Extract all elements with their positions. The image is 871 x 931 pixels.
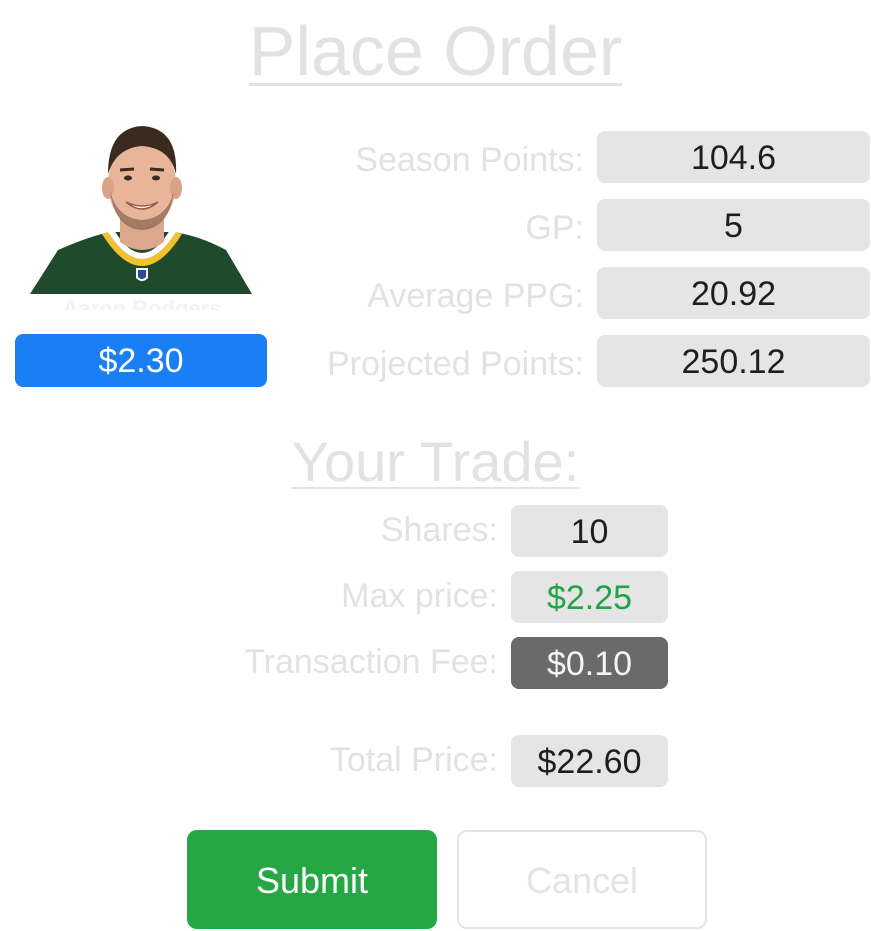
transaction-fee-value: $0.10 <box>511 637 668 689</box>
gp-value: 5 <box>597 199 870 251</box>
season-points-value: 104.6 <box>597 131 870 183</box>
average-ppg-value: 20.92 <box>597 267 870 319</box>
player-photo <box>30 118 254 298</box>
page-title: Place Order <box>248 12 623 90</box>
season-points-label: Season Points: <box>355 141 584 179</box>
gp-label: GP: <box>525 209 584 247</box>
projected-points-value: 250.12 <box>597 335 870 387</box>
transaction-fee-label: Transaction Fee: <box>244 643 498 681</box>
shares-input[interactable]: 10 <box>511 505 668 557</box>
max-price-label: Max price: <box>341 577 498 615</box>
player-name: Aaron Rodgers <box>62 296 222 310</box>
total-price-label: Total Price: <box>329 741 498 779</box>
total-price-value: $22.60 <box>511 735 668 787</box>
max-price-input[interactable]: $2.25 <box>511 571 668 623</box>
average-ppg-label: Average PPG: <box>367 277 584 315</box>
shares-label: Shares: <box>380 511 498 549</box>
cancel-button[interactable]: Cancel <box>457 830 707 929</box>
player-price-badge: $2.30 <box>15 334 267 387</box>
your-trade-heading: Your Trade: <box>291 430 580 493</box>
projected-points-label: Projected Points: <box>326 345 584 383</box>
submit-button[interactable]: Submit <box>187 830 437 929</box>
player-headshot-image <box>30 126 252 294</box>
